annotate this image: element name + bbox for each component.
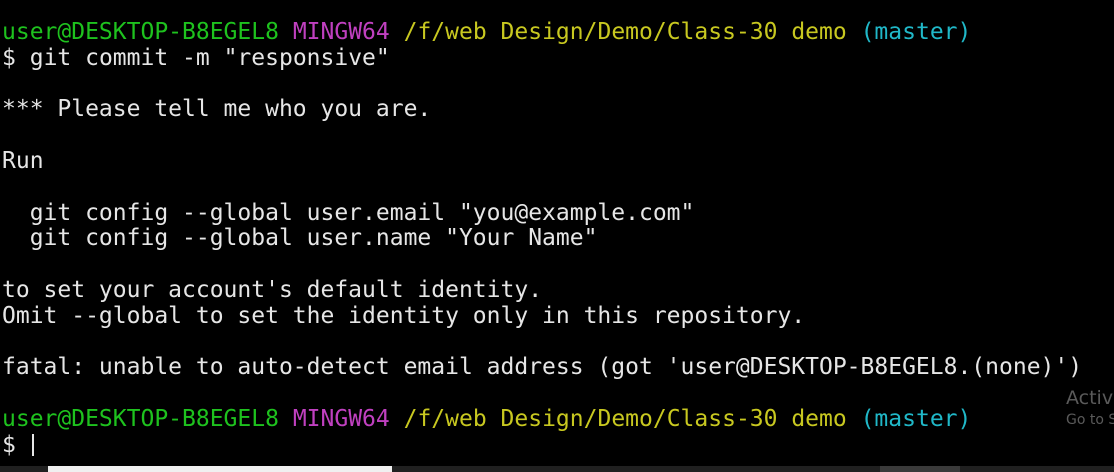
output-line: git config --global user.email "you@exam… xyxy=(2,199,695,226)
prompt-symbol: $ xyxy=(2,44,16,71)
prompt-branch: (master) xyxy=(860,405,972,432)
output-line: to set your account's default identity. xyxy=(2,276,543,303)
prompt-env: MINGW64 xyxy=(292,405,390,432)
scrollbar-thumb[interactable] xyxy=(48,466,392,472)
prompt-path: /f/web Design/Demo/Class-30 demo xyxy=(403,19,847,45)
output-line: *** Please tell me who you are. xyxy=(2,96,432,123)
output-line: Omit --global to set the identity only i… xyxy=(2,302,806,329)
output-line: git config --global user.name "Your Name… xyxy=(2,225,598,252)
prompt-symbol: $ xyxy=(2,431,16,458)
terminal-window[interactable]: user@DESKTOP-B8EGEL8 MINGW64 /f/web Desi… xyxy=(0,0,1114,472)
scrollbar-segment xyxy=(880,466,960,472)
prompt-user-host: user@DESKTOP-B8EGEL8 xyxy=(2,405,279,432)
command-line: $ git commit -m "responsive" xyxy=(2,44,1114,72)
prompt-path: /f/web Design/Demo/Class-30 demo xyxy=(403,405,847,432)
prompt-branch: (master) xyxy=(860,19,972,45)
prompt-line: user@DESKTOP-B8EGEL8 MINGW64 /f/web Desi… xyxy=(2,405,1114,433)
text-cursor xyxy=(31,433,34,456)
watermark-title: Activate Windows xyxy=(1066,387,1114,409)
output-line: Run xyxy=(2,147,44,174)
command-text: git commit -m "responsive" xyxy=(29,44,390,71)
prompt-user-host: user@DESKTOP-B8EGEL8 xyxy=(2,19,279,45)
input-line[interactable]: $ xyxy=(2,431,1114,459)
prompt-env: MINGW64 xyxy=(292,19,390,45)
output-line: fatal: unable to auto-detect email addre… xyxy=(2,354,1083,381)
watermark-subtitle: Go to Settings to activate Windows. xyxy=(1066,412,1114,428)
prompt-line: user@DESKTOP-B8EGEL8 MINGW64 /f/web Desi… xyxy=(2,19,1114,46)
activation-watermark: Activate Windows Go to Settings to activ… xyxy=(1066,386,1114,430)
